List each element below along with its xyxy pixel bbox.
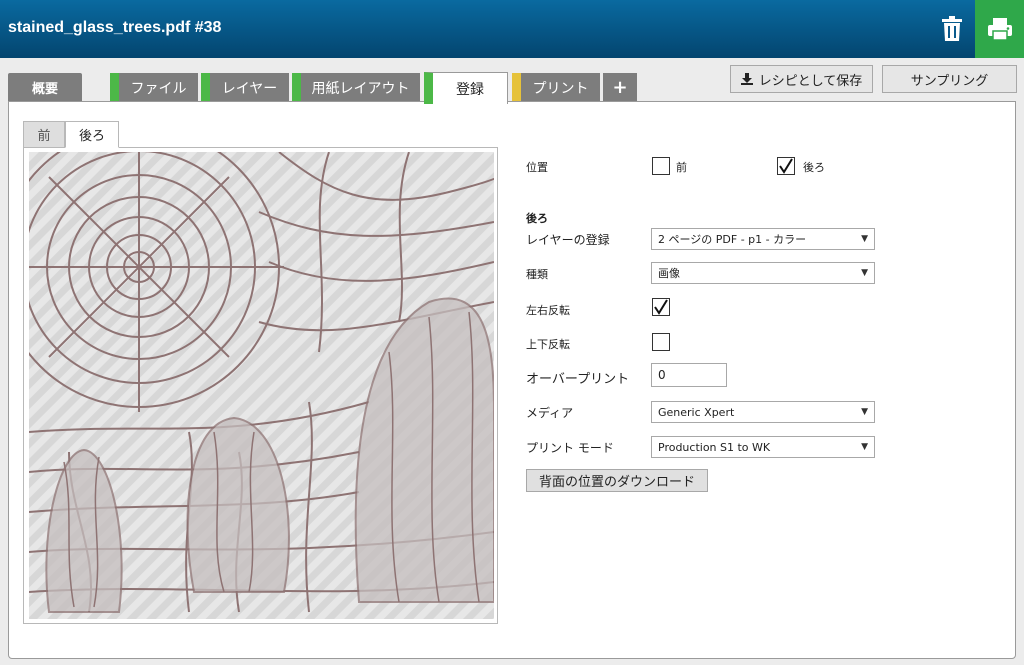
checkmark-icon — [654, 299, 668, 315]
tab-label: 登録 — [456, 81, 484, 98]
flip-horizontal-label: 左右反転 — [526, 304, 570, 317]
side-tab-back[interactable]: 後ろ — [65, 121, 119, 148]
dropdown-arrow-icon: ▼ — [861, 442, 868, 452]
media-label: メディア — [526, 406, 574, 420]
position-front-label: 前 — [676, 161, 687, 174]
tab-label: プリント — [532, 80, 589, 97]
type-select[interactable]: 画像 ▼ — [651, 262, 875, 284]
tab-registration[interactable]: 登録 — [424, 72, 508, 104]
type-label: 種類 — [526, 268, 548, 281]
stained-glass-preview-image — [29, 152, 494, 619]
overprint-input[interactable] — [651, 363, 727, 387]
position-front-checkbox[interactable] — [652, 157, 670, 175]
download-icon — [740, 73, 753, 85]
tab-files[interactable]: ファイル — [110, 73, 198, 102]
tab-label: 用紙レイアウト — [311, 80, 410, 97]
position-back-checkbox[interactable] — [777, 157, 795, 175]
tab-label: 概要 — [31, 82, 58, 97]
dropdown-arrow-icon: ▼ — [861, 268, 868, 278]
app-header: stained_glass_trees.pdf #38 — [0, 0, 1024, 58]
dropdown-arrow-icon: ▼ — [861, 407, 868, 417]
side-tab-label: 後ろ — [78, 129, 105, 144]
checkmark-icon — [779, 158, 793, 174]
download-back-position-button[interactable]: 背面の位置のダウンロード — [526, 469, 708, 492]
position-label: 位置 — [526, 161, 548, 174]
side-tab-front[interactable]: 前 — [23, 121, 65, 147]
download-button-label: 背面の位置のダウンロード — [538, 475, 695, 490]
tab-label: レイヤー — [221, 80, 278, 97]
select-value: Production S1 to WK — [658, 440, 771, 454]
side-tab-label: 前 — [37, 129, 51, 144]
document-title: stained_glass_trees.pdf #38 — [8, 19, 222, 36]
tab-print[interactable]: プリント — [512, 73, 600, 102]
dropdown-arrow-icon: ▼ — [861, 234, 868, 244]
trash-icon — [942, 16, 962, 41]
select-value: Generic Xpert — [658, 405, 735, 419]
overprint-label: オーバープリント — [526, 372, 630, 387]
flip-vertical-checkbox[interactable] — [652, 333, 670, 351]
sampling-button[interactable]: サンプリング — [882, 65, 1017, 93]
media-select[interactable]: Generic Xpert ▼ — [651, 401, 875, 423]
flip-vertical-label: 上下反転 — [526, 338, 570, 351]
back-section-title: 後ろ — [526, 212, 548, 225]
layer-registration-label: レイヤーの登録 — [526, 233, 610, 247]
print-mode-select[interactable]: Production S1 to WK ▼ — [651, 436, 875, 458]
flip-horizontal-checkbox[interactable] — [652, 298, 670, 316]
plus-icon: + — [612, 77, 628, 98]
position-back-label: 後ろ — [803, 161, 825, 174]
save-as-recipe-button[interactable]: レシピとして保存 — [730, 65, 873, 93]
select-value: 画像 — [658, 267, 680, 280]
tab-paper-layout[interactable]: 用紙レイアウト — [292, 73, 420, 102]
save-recipe-label: レシピとして保存 — [758, 73, 863, 89]
add-tab-button[interactable]: + — [603, 73, 637, 102]
select-value: 2 ページの PDF - p1 - カラー — [658, 233, 807, 246]
printer-icon — [987, 18, 1012, 41]
tab-overview[interactable]: 概要 — [8, 73, 82, 102]
tab-label: ファイル — [130, 80, 187, 97]
sampling-label: サンプリング — [910, 73, 989, 89]
tab-layers[interactable]: レイヤー — [201, 73, 289, 102]
layer-registration-select[interactable]: 2 ページの PDF - p1 - カラー ▼ — [651, 228, 875, 250]
preview-frame — [23, 147, 498, 624]
delete-button[interactable] — [933, 10, 971, 48]
print-mode-label: プリント モード — [526, 441, 614, 455]
print-button[interactable] — [975, 0, 1024, 58]
